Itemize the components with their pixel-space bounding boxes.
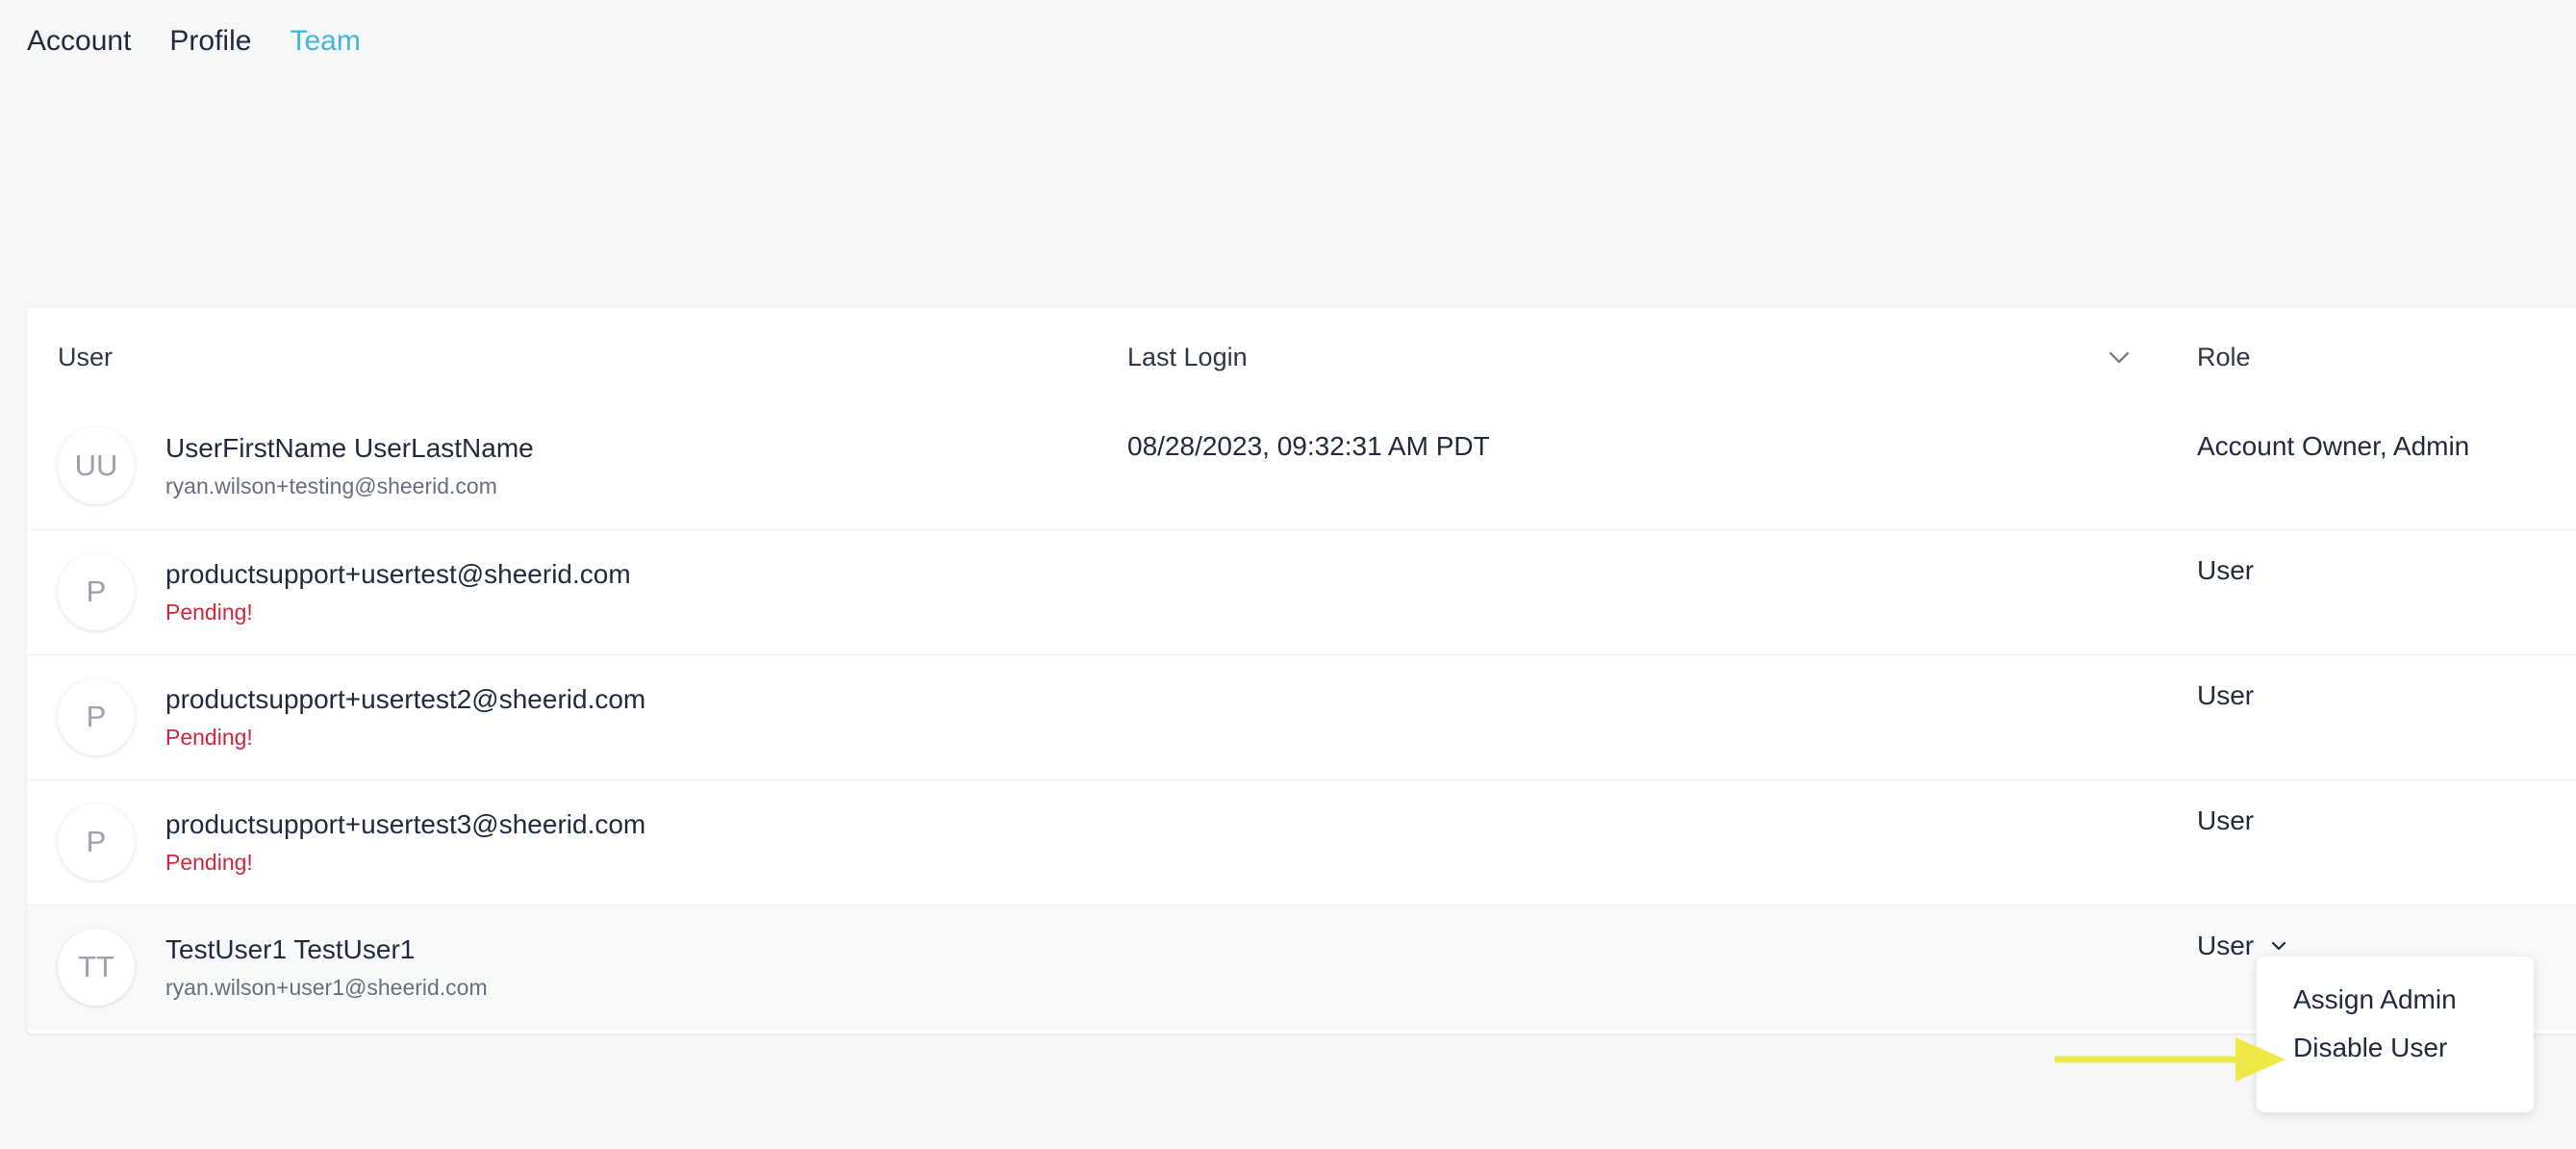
avatar: P <box>58 678 135 755</box>
user-role: User <box>2197 555 2255 585</box>
user-email: ryan.wilson+testing@sheerid.com <box>165 473 497 498</box>
user-role: Account Owner, Admin <box>2197 431 2470 461</box>
chevron-down-icon[interactable] <box>2105 343 2134 371</box>
last-login: 08/28/2023, 09:32:31 AM PDT <box>1127 431 1490 461</box>
table-row[interactable]: UU UserFirstName UserLastName ryan.wilso… <box>27 408 2576 529</box>
assign-admin-menu-item[interactable]: Assign Admin <box>2257 976 2534 1024</box>
role-menu: Assign Admin Disable User <box>2257 957 2534 1112</box>
avatar: P <box>58 804 135 881</box>
pending-status: Pending! <box>165 725 253 750</box>
tab-team[interactable]: Team <box>290 21 360 62</box>
header-role: Role <box>2197 343 2251 371</box>
avatar: TT <box>58 929 135 1006</box>
user-name: productsupport+usertest@sheerid.com <box>165 559 631 589</box>
table-row[interactable]: P productsupport+usertest3@sheerid.com P… <box>27 779 2576 905</box>
table-row[interactable]: P productsupport+usertest@sheerid.com Pe… <box>27 529 2576 654</box>
user-name: TestUser1 TestUser1 <box>165 934 416 964</box>
avatar: P <box>58 553 135 630</box>
header-user: User <box>58 343 114 371</box>
arrow-right-icon <box>2055 1037 2286 1082</box>
top-tabs: Account Profile Team <box>27 21 361 62</box>
user-name: productsupport+usertest3@sheerid.com <box>165 809 646 839</box>
tab-profile[interactable]: Profile <box>169 21 251 62</box>
user-role: User <box>2197 805 2255 835</box>
table-row[interactable]: P productsupport+usertest2@sheerid.com P… <box>27 654 2576 779</box>
chevron-down-icon[interactable] <box>2269 936 2288 956</box>
tab-account[interactable]: Account <box>27 21 131 62</box>
team-table: User Last Login Role UU UserFirstName Us… <box>27 308 2576 1034</box>
disable-user-menu-item[interactable]: Disable User <box>2257 1024 2534 1072</box>
pending-status: Pending! <box>165 850 253 875</box>
avatar: UU <box>58 427 135 504</box>
table-row[interactable]: TT TestUser1 TestUser1 ryan.wilson+user1… <box>27 905 2576 1030</box>
user-email: ryan.wilson+user1@sheerid.com <box>165 975 488 1000</box>
pending-status: Pending! <box>165 600 253 625</box>
header-last-login[interactable]: Last Login <box>1127 343 1248 372</box>
user-role: User <box>2197 680 2255 710</box>
user-name: UserFirstName UserLastName <box>165 433 534 463</box>
table-header: User Last Login Role <box>27 308 2576 408</box>
user-name: productsupport+usertest2@sheerid.com <box>165 684 646 714</box>
user-role: User <box>2197 931 2255 960</box>
